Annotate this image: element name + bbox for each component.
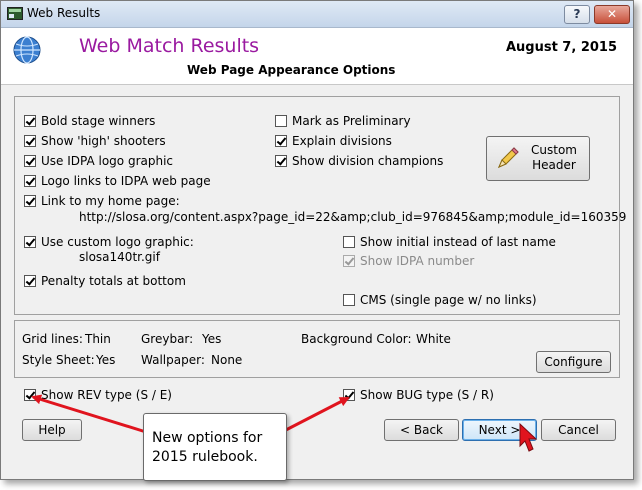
checkbox-label: Show IDPA number (360, 254, 475, 268)
grid-lines-value: Thin (85, 332, 111, 346)
title-bar[interactable]: Web Results ? ✕ (1, 1, 633, 28)
checkbox-label: Explain divisions (292, 134, 392, 148)
checkbox-box[interactable] (24, 389, 36, 401)
show-division-champions-checkbox[interactable]: Show division champions (275, 154, 443, 168)
checkbox-label: Link to my home page: (41, 194, 180, 208)
checkbox-label: Show 'high' shooters (41, 134, 166, 148)
app-icon (7, 7, 23, 20)
checkbox-label: Use custom logo graphic: (41, 235, 194, 249)
configure-button[interactable]: Configure (536, 351, 611, 373)
show-initial-checkbox[interactable]: Show initial instead of last name (343, 235, 556, 249)
cancel-button[interactable]: Cancel (541, 419, 616, 441)
explain-divisions-checkbox[interactable]: Explain divisions (275, 134, 392, 148)
checkbox-label: Logo links to IDPA web page (41, 174, 211, 188)
show-rev-type-checkbox[interactable]: Show REV type (S / E) (24, 388, 172, 402)
checkbox-label: Show REV type (S / E) (41, 388, 172, 402)
show-bug-type-checkbox[interactable]: Show BUG type (S / R) (343, 388, 494, 402)
window-title: Web Results (27, 6, 101, 20)
checkbox-box (343, 255, 355, 267)
show-high-shooters-checkbox[interactable]: Show 'high' shooters (24, 134, 166, 148)
wallpaper-label: Wallpaper: (141, 353, 205, 367)
wallpaper-value: None (211, 353, 243, 367)
title-close-button[interactable]: ✕ (594, 5, 630, 24)
checkbox-box[interactable] (24, 115, 36, 127)
custom-header-line1: Custom (531, 143, 577, 157)
checkbox-box[interactable] (24, 155, 36, 167)
bold-stage-winners-checkbox[interactable]: Bold stage winners (24, 114, 155, 128)
next-button[interactable]: Next > (462, 419, 537, 441)
stylesheet-value: Yes (96, 353, 116, 367)
checkbox-label: Show division champions (292, 154, 444, 168)
match-date: August 7, 2015 (505, 40, 617, 55)
custom-logo-checkbox[interactable]: Use custom logo graphic: (24, 235, 194, 249)
checkbox-label: Bold stage winners (41, 114, 156, 128)
checkbox-box[interactable] (343, 294, 355, 306)
background-color-label: Background Color: (301, 332, 412, 346)
background-color-value: White (416, 332, 451, 346)
checkbox-box[interactable] (24, 195, 36, 207)
show-idpa-number-checkbox: Show IDPA number (343, 254, 474, 268)
checkbox-box[interactable] (24, 236, 36, 248)
callout-line2: 2015 rulebook. (152, 449, 258, 465)
header-banner: Web Match Results August 7, 2015 Web Pag… (1, 28, 633, 85)
mark-preliminary-checkbox[interactable]: Mark as Preliminary (275, 114, 411, 128)
logo-links-idpa-checkbox[interactable]: Logo links to IDPA web page (24, 174, 211, 188)
checkbox-box[interactable] (24, 275, 36, 287)
greybar-label: Greybar: (141, 332, 194, 346)
checkbox-label: Show BUG type (S / R) (360, 388, 494, 402)
checkbox-label: Show initial instead of last name (360, 235, 556, 249)
checkbox-label: Use IDPA logo graphic (41, 154, 174, 168)
custom-header-label: Custom Header (523, 143, 585, 173)
callout-line1: New options for (152, 430, 263, 446)
checkbox-box[interactable] (24, 175, 36, 187)
globe-icon (13, 36, 41, 64)
back-button[interactable]: < Back (384, 419, 459, 441)
checkbox-box[interactable] (275, 115, 287, 127)
greybar-value: Yes (202, 332, 222, 346)
link-home-page-checkbox[interactable]: Link to my home page: (24, 194, 180, 208)
cms-single-page-checkbox[interactable]: CMS (single page w/ no links) (343, 293, 537, 307)
page-subtitle: Web Page Appearance Options (187, 63, 396, 77)
custom-header-line2: Header (532, 158, 576, 172)
custom-header-button[interactable]: Custom Header (486, 136, 590, 181)
checkbox-box[interactable] (275, 155, 287, 167)
checkbox-label: Mark as Preliminary (292, 114, 411, 128)
annotation-callout: New options for 2015 rulebook. (143, 413, 287, 481)
help-button[interactable]: Help (22, 419, 82, 441)
checkbox-box[interactable] (24, 135, 36, 147)
checkbox-label: CMS (single page w/ no links) (360, 293, 537, 307)
stylesheet-label: Style Sheet: (22, 353, 95, 367)
custom-logo-filename: slosa140tr.gif (79, 250, 160, 264)
pencil-icon (498, 147, 519, 168)
use-idpa-logo-checkbox[interactable]: Use IDPA logo graphic (24, 154, 173, 168)
grid-lines-label: Grid lines: (22, 332, 83, 346)
checkbox-box[interactable] (343, 236, 355, 248)
grid-settings-group (14, 320, 620, 378)
page-title: Web Match Results (79, 35, 260, 57)
title-help-button[interactable]: ? (564, 5, 590, 24)
checkbox-box[interactable] (275, 135, 287, 147)
checkbox-label: Penalty totals at bottom (41, 274, 186, 288)
checkbox-box[interactable] (343, 389, 355, 401)
penalty-totals-checkbox[interactable]: Penalty totals at bottom (24, 274, 186, 288)
home-page-url: http://slosa.org/content.aspx?page_id=22… (79, 210, 627, 224)
